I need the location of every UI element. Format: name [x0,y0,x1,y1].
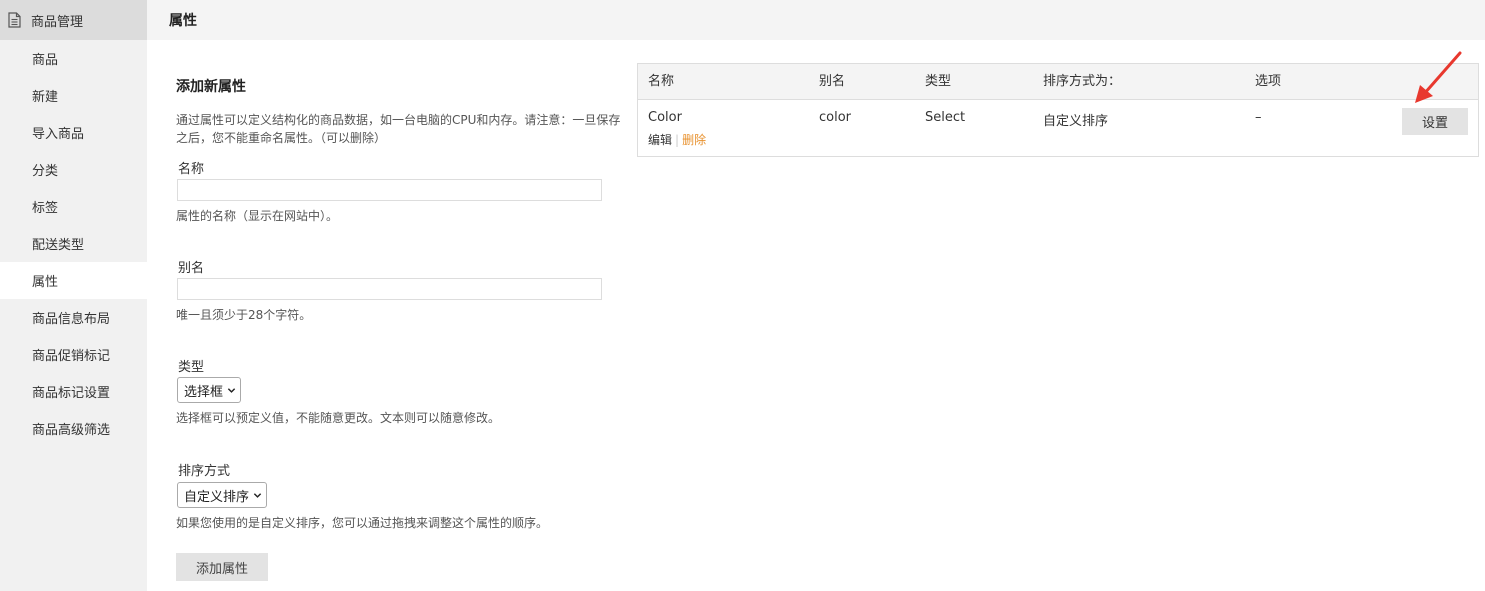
sidebar-item-badge-settings[interactable]: 商品标记设置 [0,373,147,410]
page-title: 属性 [169,13,197,29]
sidebar-item-promo-badges[interactable]: 商品促销标记 [0,336,147,373]
column-header-options: 选项 [1255,74,1282,89]
type-select[interactable]: 选择框 [177,377,242,403]
order-label: 排序方式 [178,464,231,479]
table-row: Color 编辑 | 删除 color Select 自定义排序 – 设置 [638,100,1478,156]
sidebar-item-product-layout[interactable]: 商品信息布局 [0,299,147,336]
cell-type: Select [925,110,966,125]
top-bar: 属性 [147,0,1485,40]
settings-button[interactable]: 设置 [1402,108,1468,135]
column-header-order: 排序方式为： [1043,74,1122,89]
delete-link[interactable]: 删除 [682,133,706,147]
cell-name: Color [648,110,682,125]
slug-input[interactable] [177,278,602,300]
attributes-table: 名称 别名 类型 排序方式为： 选项 Color 编辑 | 删除 color Sel… [637,63,1479,157]
cell-options: – [1255,110,1262,125]
sidebar-header-label: 商品管理 [31,14,84,30]
name-input[interactable] [177,179,602,201]
slug-hint: 唯一且须少于28个字符。 [176,308,312,322]
sidebar-menu: 商品 新建 导入商品 分类 标签 配送类型 属性 商品信息布局 商品促销标记 商… [0,40,147,447]
column-header-name: 名称 [648,74,675,89]
type-select-value: 选择框 [184,384,224,400]
form-description: 通过属性可以定义结构化的商品数据，如一台电脑的CPU和内存。请注意：一旦保存之后… [176,113,621,145]
row-actions: 编辑 | 删除 [648,131,706,148]
edit-link[interactable]: 编辑 [648,133,672,147]
sidebar-item-advanced-filter[interactable]: 商品高级筛选 [0,410,147,447]
separator: | [675,133,680,147]
add-attribute-form: 添加新属性 通过属性可以定义结构化的商品数据，如一台电脑的CPU和内存。请注意：… [176,76,626,581]
column-header-type: 类型 [925,74,952,89]
name-label: 名称 [178,162,205,177]
sidebar-item-shipping-classes[interactable]: 配送类型 [0,225,147,262]
order-select-value: 自定义排序 [184,489,250,505]
sidebar-item-attributes[interactable]: 属性 [0,262,147,299]
annotation-arrow-icon [1415,51,1462,103]
sidebar-item-products[interactable]: 商品 [0,40,147,77]
sidebar-item-new[interactable]: 新建 [0,77,147,114]
column-header-slug: 别名 [819,74,846,89]
document-icon [8,12,21,28]
slug-label: 别名 [178,261,205,276]
table-header: 名称 别名 类型 排序方式为： 选项 [638,64,1478,100]
order-select[interactable]: 自定义排序 [177,482,268,508]
sidebar-item-import[interactable]: 导入商品 [0,114,147,151]
form-title: 添加新属性 [176,79,246,95]
cell-order: 自定义排序 [1043,114,1109,129]
type-hint: 选择框可以预定义值，不能随意更改。文本则可以随意修改。 [176,411,501,425]
type-label: 类型 [178,360,205,375]
chevron-down-icon [227,387,236,393]
add-attribute-button[interactable]: 添加属性 [176,553,268,581]
sidebar-item-categories[interactable]: 分类 [0,151,147,188]
name-hint: 属性的名称（显示在网站中）。 [176,209,339,223]
sidebar: 商品管理 商品 新建 导入商品 分类 标签 配送类型 属性 商品信息布局 商品促… [0,0,147,591]
sidebar-item-tags[interactable]: 标签 [0,188,147,225]
cell-slug: color [819,110,852,125]
chevron-down-icon [253,492,262,498]
order-hint: 如果您使用的是自定义排序，您可以通过拖拽来调整这个属性的顺序。 [176,516,549,530]
sidebar-header[interactable]: 商品管理 [0,0,147,40]
